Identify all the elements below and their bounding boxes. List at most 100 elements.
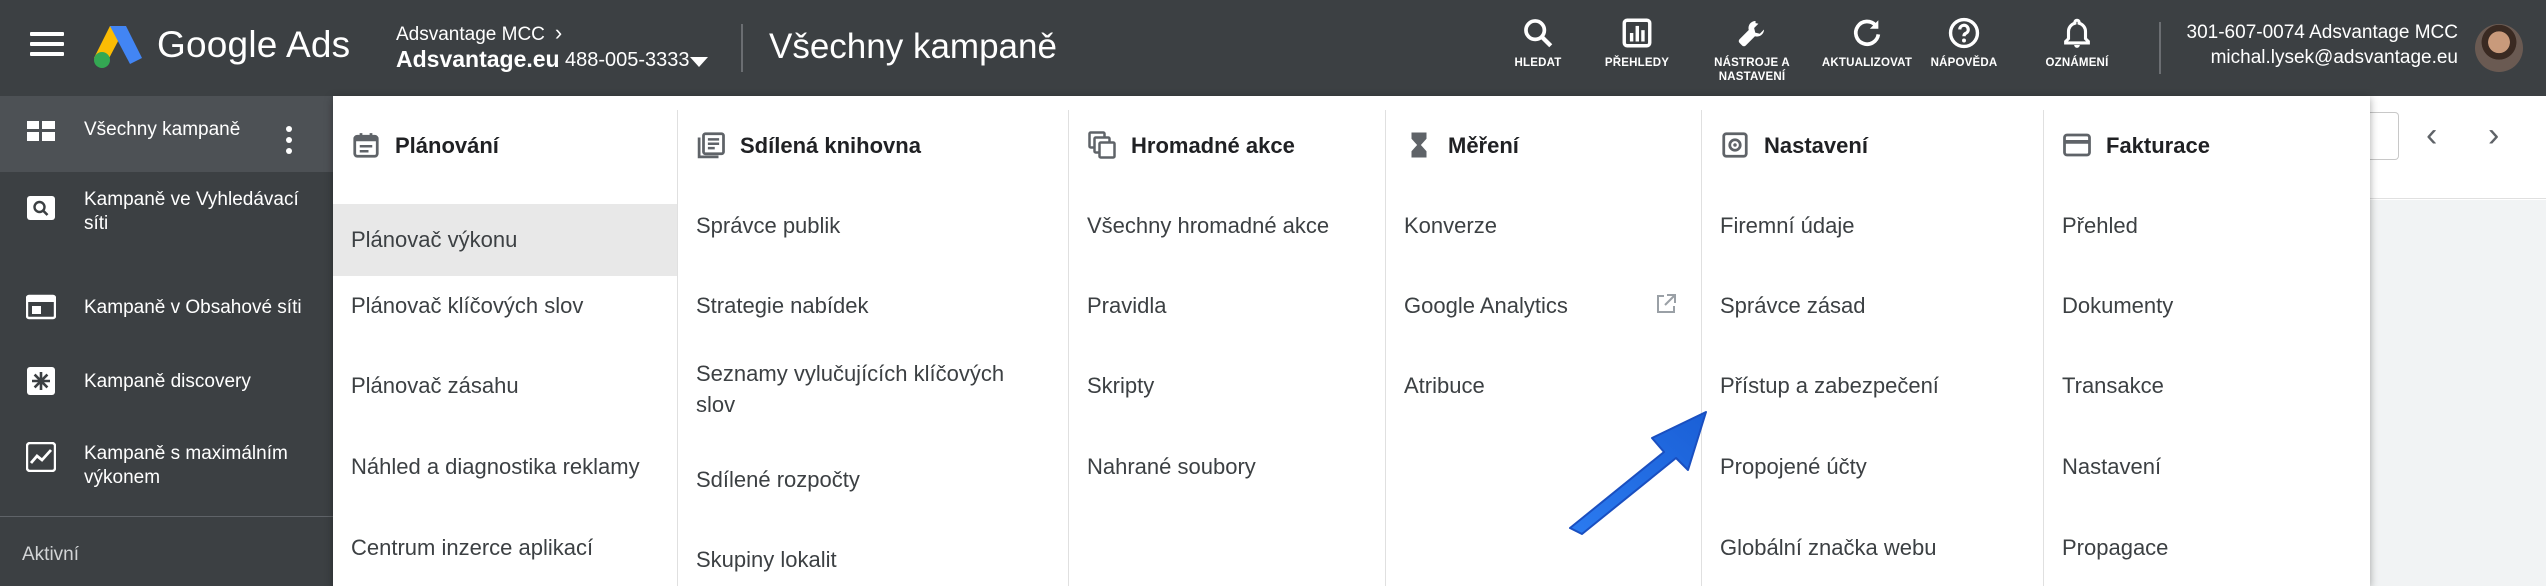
background-page-edge: ‹ › bbox=[2370, 96, 2546, 586]
bell-icon bbox=[2064, 18, 2090, 48]
menu-item-linked-accounts[interactable]: Propojené účty bbox=[1702, 451, 2044, 482]
menu-heading-label: Hromadné akce bbox=[1131, 133, 1295, 158]
tools-and-settings-menu: Plánování Plánovač výkonu Plánovač klíčo… bbox=[333, 96, 2370, 586]
sidebar-item-search-campaigns[interactable]: Kampaně ve Vyhledávací síti bbox=[0, 188, 333, 254]
menu-item-uploads[interactable]: Nahrané soubory bbox=[1069, 451, 1386, 482]
menu-heading-label: Nastavení bbox=[1764, 133, 1868, 158]
refresh-icon bbox=[1853, 19, 1881, 46]
chevron-left-icon[interactable]: ‹ bbox=[2426, 116, 2437, 155]
campaign-sidebar: Všechny kampaně Kampaně ve Vyhledávací s… bbox=[0, 96, 333, 586]
menu-item-label: Google Analytics bbox=[1404, 293, 1568, 318]
menu-item-conversions[interactable]: Konverze bbox=[1386, 210, 1702, 241]
external-link-icon bbox=[1657, 294, 1676, 313]
tools-settings-button[interactable]: NÁSTROJE A NASTAVENÍ bbox=[1697, 16, 1807, 84]
menu-item-business-data[interactable]: Firemní údaje bbox=[1702, 210, 2044, 241]
search-label: HLEDAT bbox=[1514, 57, 1562, 69]
sidebar-item-label: Kampaně ve Vyhledávací síti bbox=[84, 189, 299, 234]
settings-icon bbox=[1722, 132, 1748, 158]
wrench-icon bbox=[1738, 20, 1765, 47]
sidebar-item-label: Kampaně s maximálním výkonem bbox=[84, 443, 288, 488]
display-icon bbox=[26, 294, 56, 320]
menu-item-negative-keyword-lists[interactable]: Seznamy vylučujících klíčových slov bbox=[678, 358, 1008, 420]
menu-item-scripts[interactable]: Skripty bbox=[1069, 370, 1386, 401]
sidebar-item-all-campaigns[interactable]: Všechny kampaně bbox=[0, 96, 333, 172]
hourglass-icon bbox=[1411, 132, 1427, 158]
menu-item-audience-manager[interactable]: Správce publik bbox=[678, 210, 1069, 241]
menu-item-reach-planner[interactable]: Plánovač zásahu bbox=[333, 370, 677, 401]
help-button[interactable]: NÁPOVĚDA bbox=[1909, 16, 2019, 70]
chevron-right-icon[interactable]: › bbox=[2488, 116, 2499, 155]
account-dropdown-icon[interactable] bbox=[690, 57, 708, 67]
menu-item-performance-planner[interactable]: Plánovač výkonu bbox=[333, 204, 677, 276]
content-background bbox=[2370, 200, 2546, 586]
chevron-right-icon: › bbox=[554, 20, 563, 45]
menu-item-billing-summary[interactable]: Přehled bbox=[2044, 210, 2371, 241]
menu-heading-label: Fakturace bbox=[2106, 133, 2210, 158]
avatar[interactable] bbox=[2475, 24, 2523, 72]
tools-settings-label: NÁSTROJE A NASTAVENÍ bbox=[1714, 57, 1790, 83]
google-ads-logo[interactable] bbox=[92, 22, 144, 70]
sidebar-item-display-campaigns[interactable]: Kampaně v Obsahové síti bbox=[0, 292, 333, 332]
menu-item-policy-manager[interactable]: Správce zásad bbox=[1702, 290, 2044, 321]
account-name[interactable]: Adsvantage.eu bbox=[396, 46, 560, 73]
more-vert-icon[interactable] bbox=[286, 126, 292, 159]
menu-item-promotions[interactable]: Propagace bbox=[2044, 532, 2371, 563]
hamburger-menu-icon[interactable] bbox=[30, 32, 64, 62]
menu-item-access-and-security[interactable]: Přístup a zabezpečení bbox=[1702, 370, 2044, 401]
dashboard-icon bbox=[27, 121, 55, 141]
menu-item-all-bulk-actions[interactable]: Všechny hromadné akce bbox=[1069, 210, 1386, 241]
bulk-icon bbox=[1088, 131, 1116, 159]
search-button[interactable]: HLEDAT bbox=[1483, 16, 1593, 70]
reports-icon bbox=[1622, 18, 1652, 48]
menu-item-rules[interactable]: Pravidla bbox=[1069, 290, 1386, 321]
help-icon bbox=[1948, 17, 1980, 49]
menu-item-app-advertising-hub[interactable]: Centrum inzerce aplikací bbox=[333, 532, 677, 563]
card-icon bbox=[2063, 133, 2091, 157]
sidebar-item-discovery-campaigns[interactable]: Kampaně discovery bbox=[0, 366, 333, 406]
date-range-selector[interactable] bbox=[2370, 112, 2399, 160]
sidebar-item-label: Všechny kampaně bbox=[84, 119, 241, 140]
notifications-button[interactable]: OZNÁMENÍ bbox=[2022, 16, 2132, 70]
reports-button[interactable]: PŘEHLEDY bbox=[1582, 16, 1692, 70]
user-email[interactable]: michal.lysek@adsvantage.eu bbox=[2211, 47, 2458, 69]
menu-column-billing: Fakturace Přehled Dokumenty Transakce Na… bbox=[2043, 110, 2371, 586]
sidebar-item-label: Kampaně discovery bbox=[84, 371, 251, 392]
search-campaign-icon bbox=[27, 196, 55, 220]
menu-item-global-site-tag[interactable]: Globální značka webu bbox=[1702, 532, 2044, 563]
menu-item-attribution[interactable]: Atribuce bbox=[1386, 370, 1702, 401]
sidebar-section-label: Aktivní bbox=[22, 544, 80, 565]
menu-item-keyword-planner[interactable]: Plánovač klíčových slov bbox=[333, 290, 677, 321]
sidebar-item-pmax-campaigns[interactable]: Kampaně s maximálním výkonem bbox=[0, 442, 333, 498]
divider bbox=[2159, 22, 2161, 74]
user-account-info[interactable]: 301-607-0074 Adsvantage MCC bbox=[2187, 22, 2458, 44]
menu-item-google-analytics[interactable]: Google Analytics bbox=[1386, 290, 1702, 321]
menu-item-shared-budgets[interactable]: Sdílené rozpočty bbox=[678, 464, 1069, 495]
refresh-button[interactable]: AKTUALIZOVAT bbox=[1812, 16, 1922, 70]
menu-item-transactions[interactable]: Transakce bbox=[2044, 370, 2371, 401]
menu-heading-label: Měření bbox=[1448, 133, 1519, 158]
menu-item-documents[interactable]: Dokumenty bbox=[2044, 290, 2371, 321]
calendar-icon bbox=[353, 133, 379, 158]
menu-item-billing-settings[interactable]: Nastavení bbox=[2044, 451, 2371, 482]
divider bbox=[2370, 198, 2546, 199]
library-icon bbox=[697, 132, 725, 159]
help-label: NÁPOVĚDA bbox=[1930, 57, 1998, 69]
menu-heading-label: Plánování bbox=[395, 133, 499, 158]
notifications-label: OZNÁMENÍ bbox=[2045, 57, 2109, 69]
menu-item-location-groups[interactable]: Skupiny lokalit bbox=[678, 544, 1069, 575]
performance-icon bbox=[26, 442, 56, 472]
top-app-bar: Google Ads Adsvantage MCC › Adsvantage.eu… bbox=[0, 0, 2546, 96]
menu-column-bulk-actions: Hromadné akce Všechny hromadné akce Prav… bbox=[1068, 110, 1386, 586]
menu-column-shared-library: Sdílená knihovna Správce publik Strategi… bbox=[677, 110, 1069, 586]
menu-item-ad-preview[interactable]: Náhled a diagnostika reklamy bbox=[333, 451, 677, 482]
manager-account-link[interactable]: Adsvantage MCC › bbox=[396, 20, 562, 46]
divider bbox=[741, 24, 743, 72]
search-icon bbox=[1524, 19, 1553, 48]
divider bbox=[0, 516, 333, 517]
menu-heading-label: Sdílená knihovna bbox=[740, 133, 921, 158]
menu-item-bid-strategies[interactable]: Strategie nabídek bbox=[678, 290, 1069, 321]
brand-name: Google Ads bbox=[157, 24, 351, 65]
page-title: Všechny kampaně bbox=[769, 27, 1057, 66]
sidebar-item-label: Kampaně v Obsahové síti bbox=[84, 297, 302, 318]
account-id[interactable]: 488-005-3333 bbox=[565, 49, 690, 72]
